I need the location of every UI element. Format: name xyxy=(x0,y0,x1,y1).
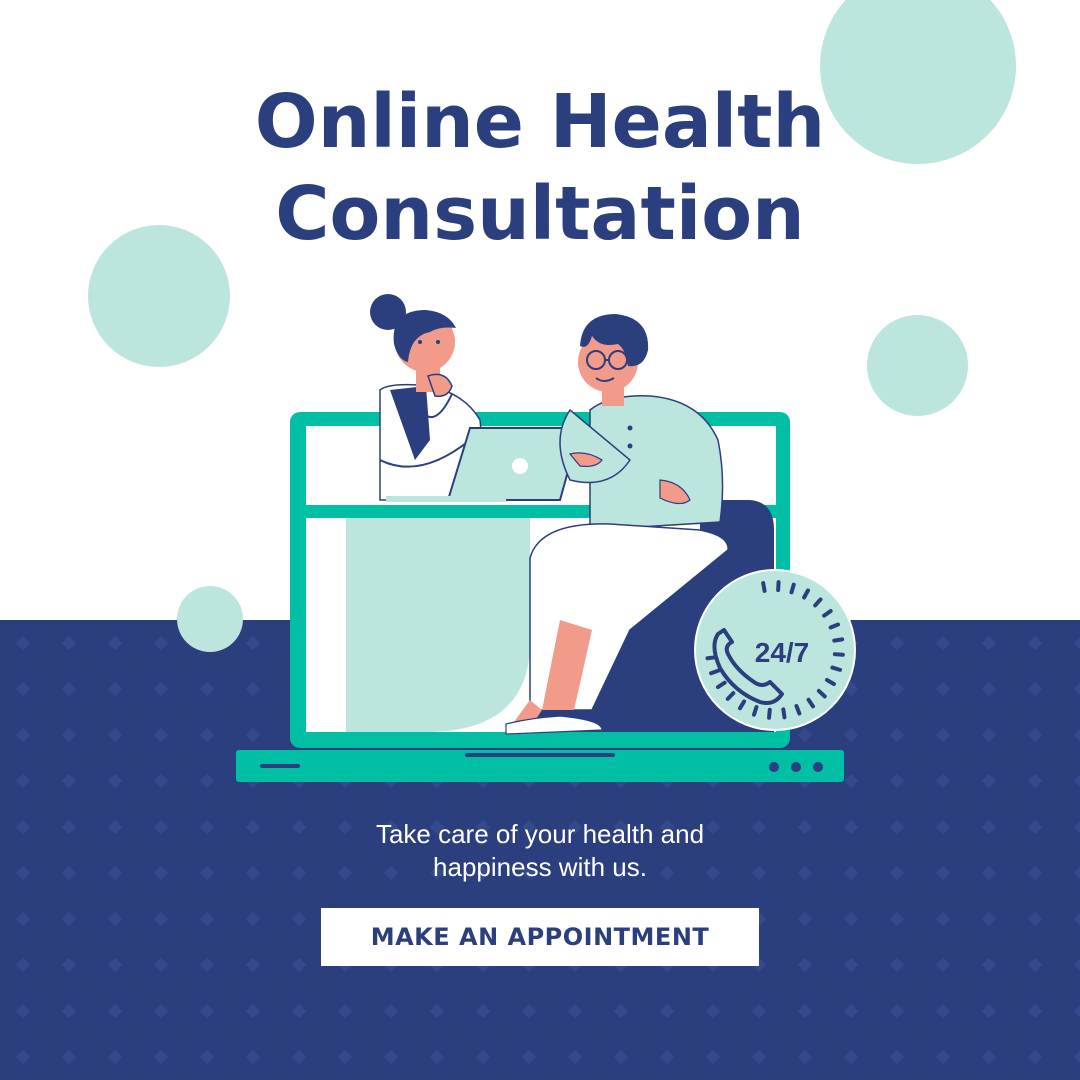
tagline-line-2: happiness with us. xyxy=(433,852,647,882)
badge-tick xyxy=(761,581,767,593)
badge-tick xyxy=(828,622,841,630)
laptop-base xyxy=(236,750,844,782)
tagline: Take care of your health and happiness w… xyxy=(0,818,1080,884)
promo-canvas: Online Health Consultation 24/7 Take car… xyxy=(0,0,1080,1080)
page-title: Online Health Consultation xyxy=(0,76,1080,260)
consultation-illustration: 24/7 xyxy=(236,294,856,782)
badge-tick xyxy=(767,707,772,720)
support-badge: 24/7 xyxy=(694,569,856,731)
tagline-line-1: Take care of your health and xyxy=(375,819,705,849)
make-appointment-button[interactable]: MAKE AN APPOINTMENT xyxy=(321,908,759,966)
badge-tick xyxy=(789,582,796,595)
badge-tick xyxy=(709,668,721,676)
badge-tick xyxy=(832,637,845,643)
badge-tick xyxy=(781,707,787,720)
badge-tick xyxy=(794,704,802,716)
badge-text: 24/7 xyxy=(755,637,810,668)
title-line-2: Consultation xyxy=(275,171,805,257)
badge-tick xyxy=(830,665,843,672)
title-line-1: Online Health xyxy=(254,79,826,165)
decor-circle-right xyxy=(867,315,968,416)
badge-tick xyxy=(751,705,759,717)
badge-tick xyxy=(832,652,845,657)
